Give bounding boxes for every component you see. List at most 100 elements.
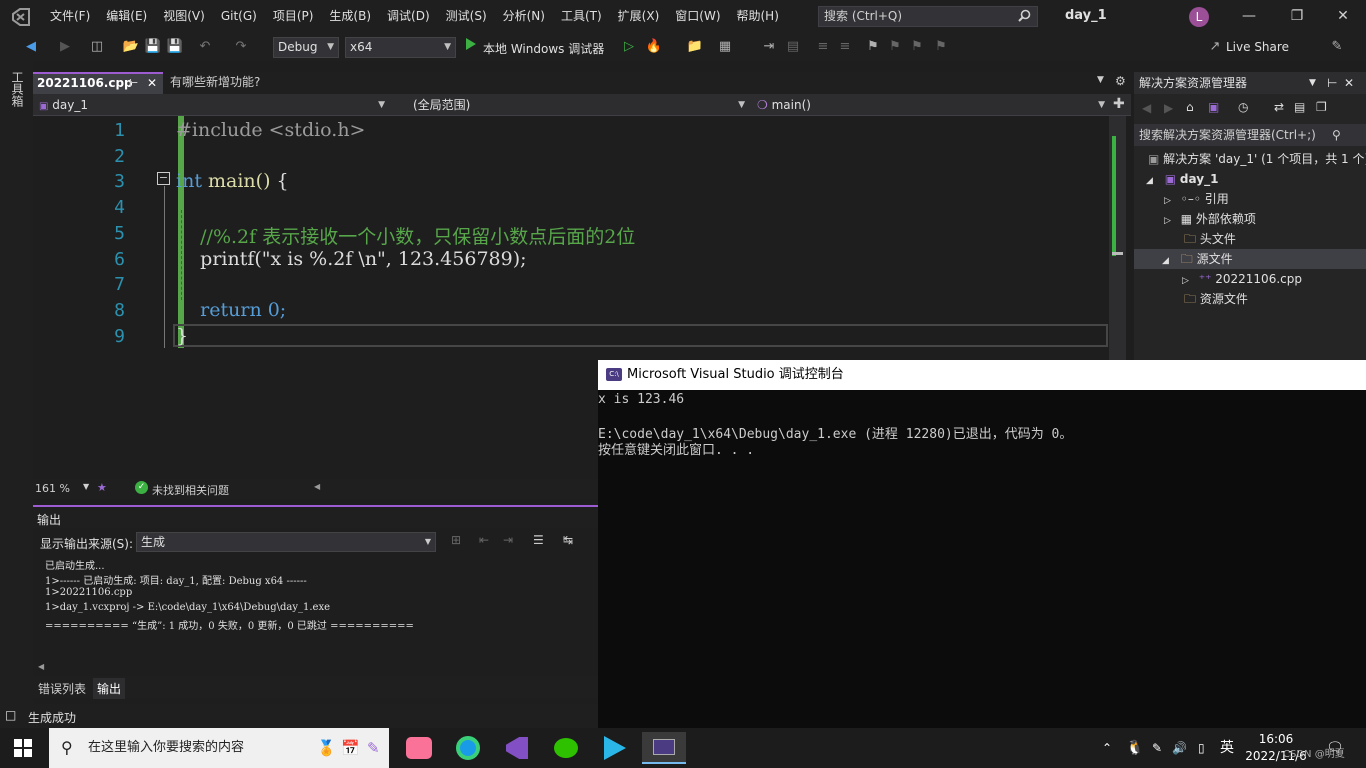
chevron-down-icon[interactable]: ▼ <box>1309 72 1316 94</box>
collapse-all-icon[interactable]: ▤ <box>1294 100 1305 114</box>
intellicode-icon[interactable]: ★ <box>97 481 107 494</box>
close-tab-icon[interactable]: ✕ <box>147 74 157 93</box>
save-icon[interactable]: 💾 <box>144 38 162 56</box>
hot-reload-icon[interactable]: 🔥 <box>645 38 663 56</box>
solution-search-input[interactable]: 搜索解决方案资源管理器(Ctrl+;) ⚲ <box>1134 124 1366 146</box>
tab-list-dropdown-icon[interactable]: ▼ <box>1097 75 1104 85</box>
undo-icon[interactable]: ↶ <box>196 38 214 56</box>
clear-all-icon[interactable]: ☰ <box>533 533 544 547</box>
bookmark-clear-icon[interactable]: ⚑ <box>932 38 950 56</box>
edge-app-icon[interactable] <box>446 732 490 764</box>
tab-whats-new[interactable]: 有哪些新增功能? <box>164 72 314 94</box>
feedback-icon[interactable]: ✎ <box>1328 38 1346 56</box>
volume-icon[interactable]: 🔊 <box>1172 728 1187 768</box>
menu-debug[interactable]: 调试(D) <box>379 0 438 33</box>
qq-tray-icon[interactable]: 🐧 <box>1126 728 1143 768</box>
taskbar-search-input[interactable]: ⚲ 在这里输入你要搜索的内容 🏅 📅 ✎ <box>49 728 389 768</box>
menu-extensions[interactable]: 扩展(X) <box>610 0 668 33</box>
close-icon[interactable]: ✕ <box>1344 72 1354 94</box>
switch-views-icon[interactable]: ▣ <box>1208 100 1219 114</box>
uncomment-icon[interactable]: ≡ <box>836 38 854 56</box>
tab-error-list[interactable]: 错误列表 <box>34 678 90 699</box>
menu-tools[interactable]: 工具(T) <box>553 0 610 33</box>
collapse-icon[interactable]: − <box>157 172 170 185</box>
close-icon[interactable]: ✕ <box>1320 0 1366 33</box>
member-dropdown[interactable]: ❍ main() ▼ <box>753 96 1109 114</box>
start-debug-icon[interactable] <box>462 38 480 56</box>
step-icon[interactable]: ⇥ <box>760 38 778 56</box>
menu-file[interactable]: 文件(F) <box>42 0 98 33</box>
debug-console-window[interactable]: C:\ Microsoft Visual Studio 调试控制台 x is 1… <box>598 360 1366 728</box>
comment-icon[interactable]: ≡ <box>814 38 832 56</box>
tree-solution[interactable]: ▣ 解决方案 'day_1' (1 个项目，共 1 个) <box>1148 149 1366 169</box>
tray-expand-icon[interactable]: ⌃ <box>1102 728 1112 768</box>
bookmark-next-icon[interactable]: ⚑ <box>908 38 926 56</box>
minimize-icon[interactable]: — <box>1226 0 1272 33</box>
widget-pen-icon[interactable]: ✎ <box>367 728 380 768</box>
visual-studio-logo-icon[interactable] <box>0 0 42 33</box>
prev-message-icon[interactable]: ⇤ <box>479 533 489 547</box>
configuration-select[interactable]: Debug ▼ <box>273 37 339 58</box>
project-dropdown[interactable]: ▣ day_1 ▼ <box>35 96 389 114</box>
home-icon[interactable]: ⌂ <box>1186 100 1194 114</box>
run-debugger-button[interactable]: 本地 Windows 调试器 <box>483 40 604 57</box>
find-message-icon[interactable]: ⊞ <box>451 533 461 547</box>
bookmark-icon[interactable]: ⚑ <box>864 38 882 56</box>
wechat-app-icon[interactable] <box>544 732 588 764</box>
console-app-icon[interactable] <box>642 732 686 764</box>
widget-medal-icon[interactable]: 🏅 <box>317 728 336 768</box>
show-all-files-icon[interactable]: ❐ <box>1316 100 1327 114</box>
zoom-level[interactable]: 161 % <box>35 482 70 495</box>
menu-edit[interactable]: 编辑(E) <box>98 0 155 33</box>
tab-output[interactable]: 输出 <box>93 678 126 699</box>
tree-header-files[interactable]: 🗀 头文件 <box>1184 229 1236 249</box>
split-icon[interactable]: ✚ <box>1113 96 1125 112</box>
pin-icon[interactable]: ⊢ <box>1327 72 1337 94</box>
platform-select[interactable]: x64 ▼ <box>345 37 456 58</box>
menu-analyze[interactable]: 分析(N) <box>495 0 553 33</box>
tree-cpp-file[interactable]: ▷ ⁺⁺ 20221106.cpp <box>1182 269 1302 289</box>
tab-20221106-cpp[interactable]: 20221106.cpp ⊢ ✕ <box>33 72 163 94</box>
tree-external-deps[interactable]: ▷ ▦ 外部依赖项 <box>1164 209 1256 229</box>
menu-help[interactable]: 帮助(H) <box>729 0 787 33</box>
share-icon[interactable]: ↗ <box>1206 38 1224 56</box>
notification-icon[interactable]: □ <box>5 708 16 722</box>
avatar[interactable]: L <box>1189 7 1209 27</box>
scope-dropdown[interactable]: (全局范围) ▼ <box>409 96 749 114</box>
layout-icon[interactable]: ▦ <box>716 38 734 56</box>
toolbox-tab[interactable]: 工具箱 <box>9 71 26 107</box>
menu-window[interactable]: 窗口(W) <box>667 0 728 33</box>
live-share-button[interactable]: Live Share <box>1226 40 1289 54</box>
bilibili-app-icon[interactable] <box>397 732 441 764</box>
start-without-debug-icon[interactable]: ▷ <box>620 38 638 56</box>
tree-source-files[interactable]: ◢ 🗀 源文件 <box>1134 249 1366 269</box>
tree-resource-files[interactable]: 🗀 资源文件 <box>1184 289 1248 309</box>
menu-test[interactable]: 测试(S) <box>438 0 495 33</box>
folder-icon[interactable]: 📁 <box>686 38 704 56</box>
restore-icon[interactable]: ❐ <box>1274 0 1320 33</box>
output-source-select[interactable]: 生成 ▼ <box>136 532 436 552</box>
back-icon[interactable]: ◀ <box>22 38 40 56</box>
scroll-left-icon[interactable]: ◀ <box>314 482 320 491</box>
back-icon[interactable]: ◀ <box>1142 101 1151 115</box>
save-all-icon[interactable]: 💾 <box>166 38 184 56</box>
media-player-app-icon[interactable] <box>593 732 637 764</box>
pending-changes-icon[interactable]: ◷ <box>1238 100 1248 114</box>
sync-icon[interactable]: ⇄ <box>1274 100 1284 114</box>
global-search-input[interactable]: 搜索 (Ctrl+Q) <box>818 6 1038 27</box>
menu-git[interactable]: Git(G) <box>213 0 265 33</box>
open-folder-icon[interactable]: 📂 <box>122 38 140 56</box>
menu-build[interactable]: 生成(B) <box>321 0 379 33</box>
word-wrap-icon[interactable]: ↹ <box>563 533 573 547</box>
pin-icon[interactable]: ⊢ <box>129 74 138 93</box>
next-message-icon[interactable]: ⇥ <box>503 533 513 547</box>
forward-icon[interactable]: ▶ <box>56 38 74 56</box>
redo-icon[interactable]: ↷ <box>232 38 250 56</box>
forward-icon[interactable]: ▶ <box>1164 101 1173 115</box>
wifi-icon[interactable]: ✎ <box>1152 728 1162 768</box>
new-project-icon[interactable]: ◫ <box>88 38 106 56</box>
ime-indicator[interactable]: 英 <box>1220 728 1234 768</box>
tree-references[interactable]: ▷ ◦–◦ 引用 <box>1164 189 1229 209</box>
bookmark-prev-icon[interactable]: ⚑ <box>886 38 904 56</box>
issues-status[interactable]: 未找到相关问题 <box>152 482 229 498</box>
